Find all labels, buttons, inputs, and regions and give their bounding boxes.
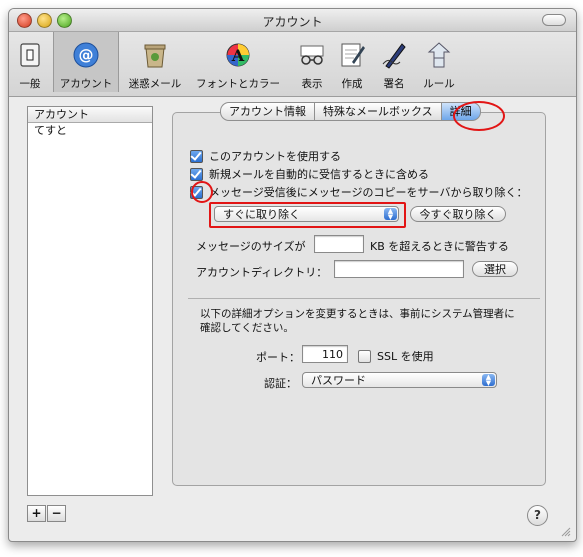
toolbar-item-rules[interactable]: ルール [419, 36, 459, 91]
title-bar[interactable]: アカウント [9, 9, 576, 32]
auth-value: パスワード [311, 374, 366, 387]
remove-timing-popup[interactable]: すぐに取り除く ▲ ▼ [214, 206, 399, 222]
account-add-remove: + − [27, 505, 67, 522]
toolbar-label: 迷惑メール [128, 78, 182, 90]
tab-account-info[interactable]: アカウント情報 [220, 102, 314, 121]
checkbox-unchecked-icon [358, 349, 371, 363]
tab-highlight-ring [453, 101, 505, 131]
toolbar-item-compose[interactable]: 作成 [335, 36, 369, 91]
toolbar: 一般 @ アカウント 迷惑メール A フォントとカラー 表示 作成 署名 ルール [9, 32, 576, 97]
popup-arrows-icon: ▲ ▼ [482, 374, 495, 387]
junk-mail-icon [125, 38, 185, 72]
separator [188, 298, 540, 299]
remove-now-button[interactable]: 今すぐ取り除く [410, 206, 506, 222]
toolbar-toggle-button[interactable] [542, 14, 566, 26]
tab-bar: アカウント情報 特殊なメールボックス 詳細 [220, 102, 481, 121]
checkbox-checked-icon [190, 149, 203, 163]
checkbox-checked-icon [190, 167, 203, 181]
checkbox-highlight-ring [191, 181, 213, 203]
toolbar-label: 一般 [19, 78, 41, 90]
at-sign-icon: @ [54, 38, 118, 72]
port-label: ポート： [256, 351, 300, 364]
account-directory-field[interactable] [334, 260, 464, 278]
checkbox-label: 新規メールを自動的に受信するときに含める [209, 168, 429, 181]
view-glasses-icon [297, 38, 327, 72]
popup-arrows-icon: ▲ ▼ [384, 208, 397, 221]
toolbar-item-signatures[interactable]: 署名 [379, 36, 409, 91]
toolbar-item-junk-mail[interactable]: 迷惑メール [125, 36, 185, 91]
switch-icon [15, 38, 45, 72]
svg-text:@: @ [79, 46, 94, 64]
toolbar-label: フォントとカラー [196, 78, 280, 90]
port-field[interactable]: 110 [302, 345, 348, 363]
checkbox-label: このアカウントを使用する [209, 150, 341, 163]
accounts-list[interactable]: アカウント てすと [27, 106, 153, 496]
add-account-button[interactable]: + [27, 505, 46, 522]
signature-pen-icon [379, 38, 409, 72]
toolbar-item-fonts-colors[interactable]: A フォントとカラー [193, 36, 283, 91]
toolbar-label: アカウント [59, 78, 113, 90]
toolbar-label: 署名 [383, 78, 405, 90]
admin-note: 以下の詳細オプションを変更するときは、事前にシステム管理者に確認してください。 [200, 308, 515, 334]
tab-special-mailboxes[interactable]: 特殊なメールボックス [314, 102, 441, 121]
rules-icon [419, 38, 459, 72]
size-warning-label: メッセージのサイズが [196, 240, 306, 253]
toolbar-item-accounts[interactable]: @ アカウント [53, 32, 119, 92]
toolbar-label: 表示 [301, 78, 323, 90]
window-title: アカウント [262, 15, 323, 29]
auth-label: 認証： [264, 377, 297, 390]
resize-grip-icon[interactable] [561, 527, 571, 537]
remove-account-button[interactable]: − [47, 505, 66, 522]
remove-from-server-checkbox[interactable]: メッセージ受信後にメッセージのコピーをサーバから取り除く： [190, 184, 527, 200]
toolbar-item-general[interactable]: 一般 [15, 36, 45, 91]
toolbar-label: ルール [423, 78, 455, 90]
auto-check-checkbox[interactable]: 新規メールを自動的に受信するときに含める [190, 166, 429, 182]
size-warning-field[interactable] [314, 235, 364, 253]
accounts-list-header: アカウント [28, 107, 152, 123]
toolbar-item-view[interactable]: 表示 [297, 36, 327, 91]
remove-timing-value: すぐに取り除く [223, 208, 300, 221]
enable-account-checkbox[interactable]: このアカウントを使用する [190, 148, 341, 164]
account-directory-label: アカウントディレクトリ： [196, 266, 328, 279]
compose-icon [335, 38, 369, 72]
choose-directory-button[interactable]: 選択 [472, 261, 518, 277]
checkbox-label: メッセージ受信後にメッセージのコピーをサーバから取り除く： [209, 186, 528, 199]
svg-text:A: A [231, 46, 245, 65]
size-warning-suffix: KB を超えるときに警告する [370, 240, 509, 253]
fonts-colors-icon: A [193, 38, 283, 72]
account-list-item[interactable]: てすと [28, 123, 152, 139]
toolbar-label: 作成 [341, 78, 363, 90]
checkbox-label: SSL を使用 [377, 350, 434, 363]
help-button[interactable]: ? [527, 505, 548, 526]
use-ssl-checkbox[interactable]: SSL を使用 [358, 348, 434, 364]
auth-popup[interactable]: パスワード ▲ ▼ [302, 372, 497, 388]
